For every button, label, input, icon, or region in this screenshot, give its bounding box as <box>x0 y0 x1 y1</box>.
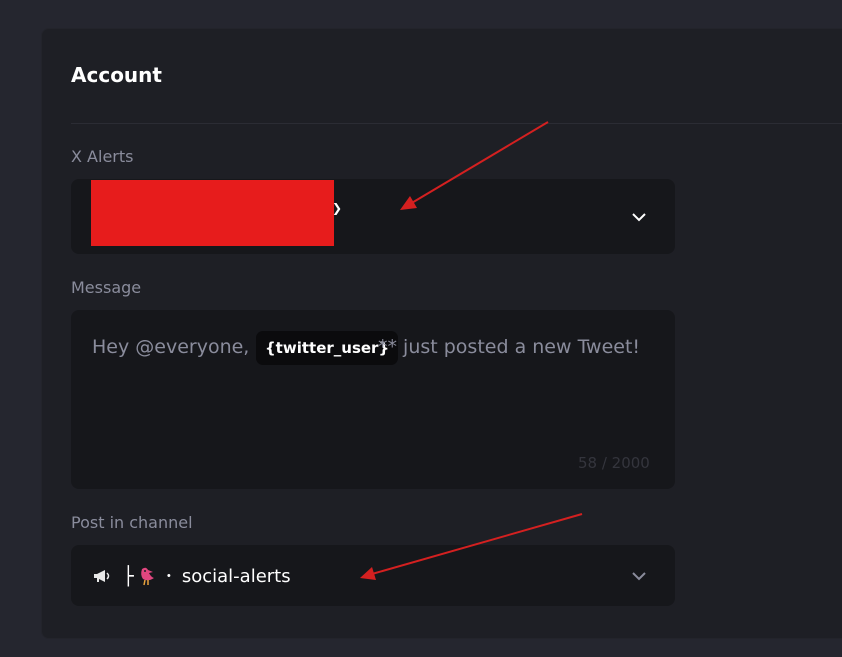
channel-display: ├ ・ social-alerts <box>93 563 291 589</box>
x-alerts-label: X Alerts <box>71 147 134 166</box>
message-label: Message <box>71 278 142 297</box>
variable-chip[interactable]: {twitter_user} <box>256 331 399 365</box>
channel-prefix: ├ <box>123 565 134 587</box>
channel-label: Post in channel <box>71 513 193 532</box>
redaction-box <box>91 180 334 246</box>
channel-name: social-alerts <box>181 565 291 587</box>
page-title: Account <box>71 63 162 87</box>
channel-separator: ・ <box>161 569 176 585</box>
chevron-down-icon <box>632 213 646 222</box>
message-text-before: Hey @everyone, ** <box>92 336 275 358</box>
chevron-down-icon <box>632 572 646 581</box>
megaphone-icon <box>94 570 110 582</box>
divider <box>71 123 842 124</box>
message-text-after: ** just posted a new Tweet! <box>378 336 641 358</box>
character-counter: 58 / 2000 <box>578 454 650 472</box>
partial-glyph: ❯ <box>332 201 343 215</box>
bird-icon <box>141 567 154 586</box>
